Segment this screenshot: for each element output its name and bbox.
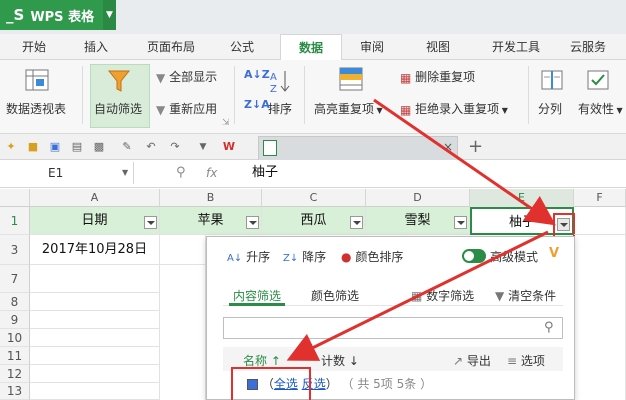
annotation-arrow-2 <box>286 230 549 361</box>
wps-spreadsheet-window: _S WPS 表格 ▼ 开始 插入 页面布局 公式 数据 审阅 视图 开发工具 … <box>0 0 626 400</box>
annotation-arrows <box>286 98 556 361</box>
annotation-arrow-1 <box>373 98 556 226</box>
